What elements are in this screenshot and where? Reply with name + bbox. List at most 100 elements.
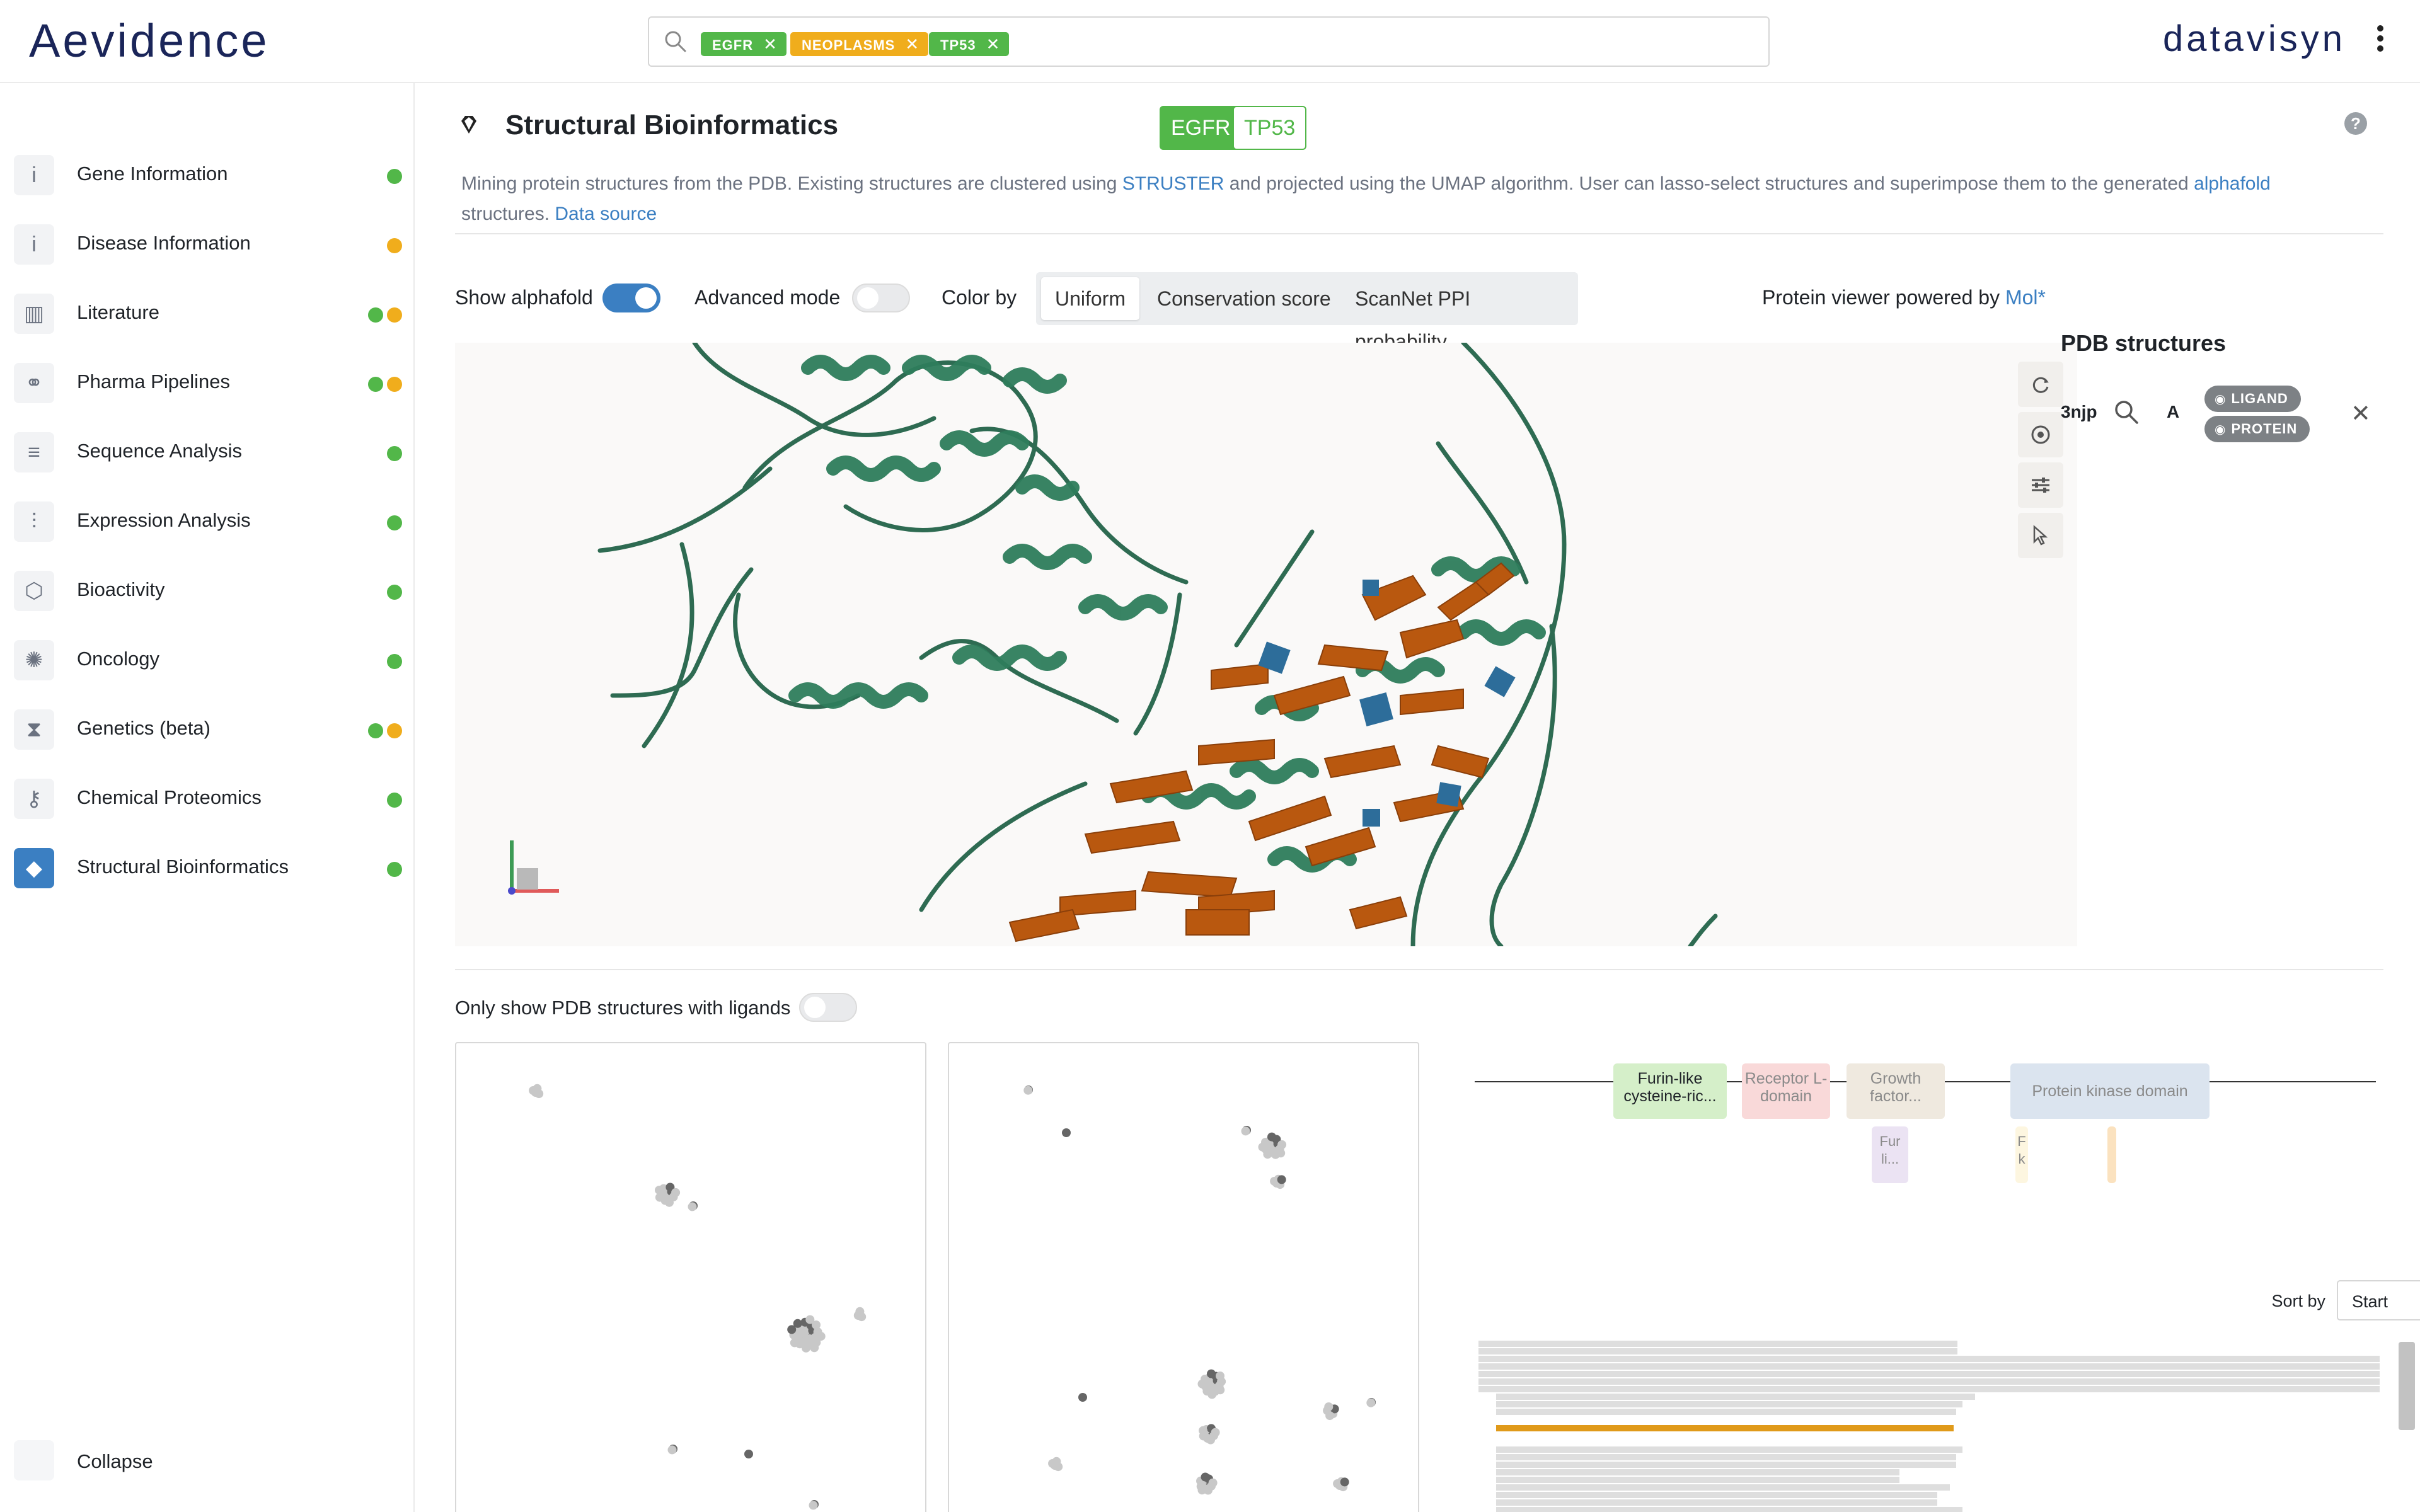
color-option-conservation-score[interactable]: Conservation score bbox=[1143, 277, 1345, 320]
umap-point[interactable] bbox=[1277, 1140, 1287, 1149]
search-chip-tp53[interactable]: TP53 ✕ bbox=[929, 32, 1010, 56]
search-icon[interactable] bbox=[2112, 398, 2140, 426]
umap-point[interactable] bbox=[802, 1343, 810, 1353]
search-chip-neoplasms[interactable]: NEOPLASMS ✕ bbox=[790, 32, 929, 56]
umap-point[interactable] bbox=[787, 1325, 797, 1334]
umap-point[interactable] bbox=[1325, 1411, 1335, 1421]
more-menu-icon[interactable] bbox=[2376, 25, 2385, 57]
umap-point[interactable] bbox=[1267, 1132, 1276, 1142]
search-chip-egfr[interactable]: EGFR ✕ bbox=[701, 32, 786, 56]
umap-point[interactable] bbox=[816, 1332, 826, 1341]
close-icon[interactable]: ✕ bbox=[2351, 399, 2371, 428]
coverage-bar[interactable] bbox=[1496, 1507, 1962, 1512]
domain-box[interactable] bbox=[2107, 1126, 2116, 1183]
reset-view-button[interactable] bbox=[2018, 362, 2063, 407]
umap-point[interactable] bbox=[1216, 1385, 1225, 1395]
alphafold-link[interactable]: alphafold bbox=[2194, 173, 2271, 194]
umap-point[interactable] bbox=[1199, 1426, 1207, 1435]
sidebar-item-genetics-beta[interactable]: ⧗ Genetics (beta) bbox=[14, 701, 402, 757]
ligand-visibility-pill[interactable]: ◉ LIGAND bbox=[2204, 386, 2301, 412]
sidebar-item-bioactivity[interactable]: ⬡ Bioactivity bbox=[14, 562, 402, 619]
umap-point[interactable] bbox=[1258, 1142, 1267, 1152]
coverage-bar[interactable] bbox=[1496, 1394, 1975, 1400]
close-icon[interactable]: ✕ bbox=[763, 35, 778, 54]
gene-tag-tp53[interactable]: TP53 bbox=[1233, 106, 1307, 150]
umap-points[interactable] bbox=[949, 1043, 1418, 1512]
sidebar-item-gene-information[interactable]: i Gene Information bbox=[14, 146, 402, 203]
coverage-bar[interactable] bbox=[1496, 1469, 1899, 1475]
coverage-bar[interactable] bbox=[1478, 1378, 2380, 1385]
color-option-scannet-ppi[interactable]: ScanNet PPI probability bbox=[1341, 277, 1578, 353]
umap-point[interactable] bbox=[805, 1315, 815, 1324]
umap-point[interactable] bbox=[1216, 1372, 1224, 1380]
umap-point[interactable] bbox=[1241, 1126, 1250, 1136]
coverage-bar[interactable] bbox=[1496, 1409, 1956, 1415]
spin-view-button[interactable] bbox=[2018, 412, 2063, 457]
coverage-bar[interactable] bbox=[1478, 1386, 2380, 1392]
show-alphafold-toggle[interactable] bbox=[602, 284, 660, 312]
domain-box[interactable]: Furin-like cysteine-ric... bbox=[1613, 1063, 1727, 1119]
coverage-bar-selected[interactable] bbox=[1496, 1425, 1954, 1431]
coverage-bar[interactable] bbox=[1496, 1492, 1937, 1498]
coverage-bar[interactable] bbox=[1478, 1356, 2380, 1362]
umap-scatter-left[interactable] bbox=[455, 1042, 926, 1512]
umap-points[interactable] bbox=[456, 1043, 925, 1512]
advanced-mode-toggle[interactable] bbox=[852, 284, 910, 312]
app-logo[interactable]: Aevidence bbox=[29, 14, 270, 67]
umap-point[interactable] bbox=[1277, 1175, 1286, 1184]
umap-point[interactable] bbox=[1062, 1128, 1071, 1137]
coverage-bar[interactable] bbox=[1496, 1484, 1950, 1491]
umap-point[interactable] bbox=[790, 1338, 799, 1348]
sidebar-item-expression-analysis[interactable]: ⫶ Expression Analysis bbox=[14, 493, 402, 549]
coverage-bar[interactable] bbox=[1478, 1341, 1957, 1347]
umap-point[interactable] bbox=[1201, 1472, 1210, 1482]
struster-link[interactable]: STRUSTER bbox=[1122, 173, 1224, 194]
umap-point[interactable] bbox=[1340, 1477, 1349, 1487]
sidebar-item-chemical-proteomics[interactable]: ⚷ Chemical Proteomics bbox=[14, 770, 402, 827]
umap-point[interactable] bbox=[1023, 1085, 1033, 1095]
close-icon[interactable]: ✕ bbox=[905, 35, 919, 54]
sidebar-item-sequence-analysis[interactable]: ≡ Sequence Analysis bbox=[14, 423, 402, 480]
umap-point[interactable] bbox=[1270, 1177, 1279, 1186]
umap-point[interactable] bbox=[1276, 1148, 1286, 1158]
select-mode-button[interactable] bbox=[2018, 513, 2063, 558]
sidebar-item-literature[interactable]: ▥ Literature bbox=[14, 285, 402, 341]
sidebar-item-oncology[interactable]: ✺ Oncology bbox=[14, 631, 402, 688]
ligands-only-toggle[interactable] bbox=[799, 993, 857, 1022]
umap-point[interactable] bbox=[1333, 1479, 1342, 1488]
coverage-bar[interactable] bbox=[1478, 1371, 2380, 1377]
domain-box[interactable]: Receptor L-domain bbox=[1742, 1063, 1830, 1119]
color-option-uniform[interactable]: Uniform bbox=[1041, 277, 1140, 320]
umap-point[interactable] bbox=[810, 1343, 819, 1353]
umap-point[interactable] bbox=[744, 1450, 753, 1458]
umap-point[interactable] bbox=[1078, 1393, 1087, 1402]
umap-point[interactable] bbox=[809, 1501, 818, 1510]
umap-point[interactable] bbox=[655, 1186, 664, 1195]
settings-button[interactable] bbox=[2018, 462, 2063, 508]
collapse-button[interactable]: Collapse bbox=[14, 1438, 203, 1482]
umap-point[interactable] bbox=[529, 1086, 538, 1095]
umap-scatter-right[interactable] bbox=[948, 1042, 1419, 1512]
protein-3d-viewer[interactable] bbox=[455, 343, 2077, 946]
coverage-bar[interactable] bbox=[1496, 1477, 1899, 1483]
gene-tag-egfr[interactable]: EGFR bbox=[1160, 106, 1242, 150]
sidebar-item-structural-bioinformatics[interactable]: ◆ Structural Bioinformatics bbox=[14, 839, 402, 896]
domain-box[interactable]: Growth factor... bbox=[1847, 1063, 1945, 1119]
sort-by-select[interactable]: Start ⇅ bbox=[2337, 1280, 2420, 1320]
domain-box[interactable]: Fur li... bbox=[1872, 1126, 1908, 1183]
coverage-bar[interactable] bbox=[1496, 1401, 1962, 1407]
protein-visibility-pill[interactable]: ◉ PROTEIN bbox=[2204, 416, 2310, 442]
umap-point[interactable] bbox=[1048, 1459, 1057, 1468]
help-icon[interactable]: ? bbox=[2344, 112, 2367, 135]
umap-point[interactable] bbox=[1263, 1150, 1272, 1159]
umap-point[interactable] bbox=[671, 1188, 681, 1197]
domain-box[interactable]: F k bbox=[2015, 1126, 2028, 1183]
close-icon[interactable]: ✕ bbox=[986, 35, 1001, 54]
umap-point[interactable] bbox=[665, 1198, 674, 1207]
umap-point[interactable] bbox=[1206, 1435, 1215, 1445]
coverage-bar[interactable] bbox=[1496, 1454, 1956, 1460]
umap-point[interactable] bbox=[667, 1445, 677, 1455]
umap-point[interactable] bbox=[1197, 1379, 1207, 1389]
coverage-bar[interactable] bbox=[1478, 1363, 2380, 1370]
coverage-bar[interactable] bbox=[1496, 1462, 1956, 1468]
